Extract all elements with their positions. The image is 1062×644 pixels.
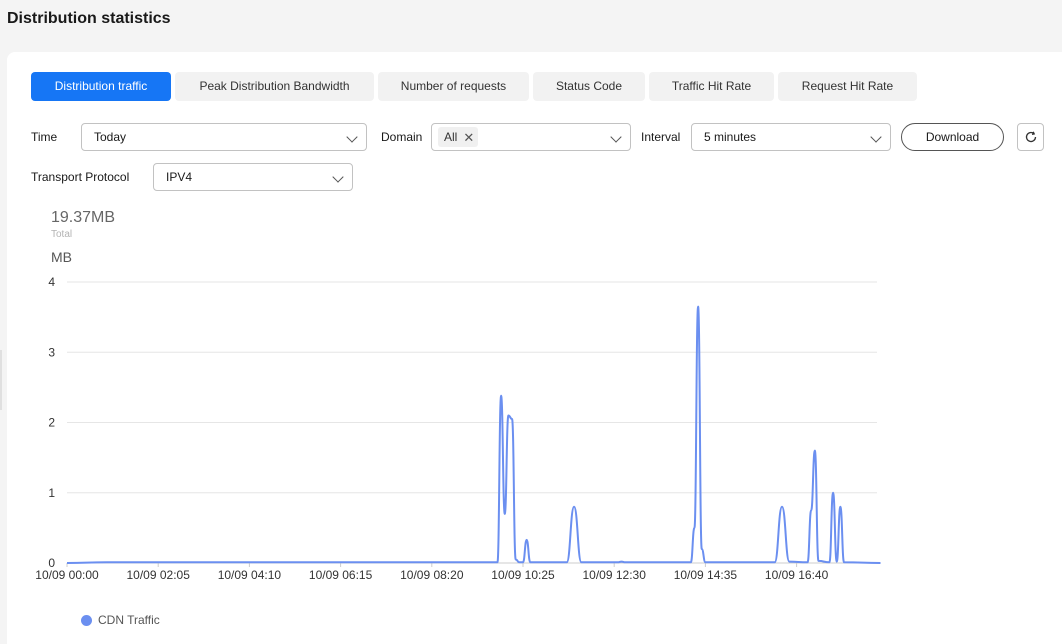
refresh-icon [1025, 131, 1036, 143]
x-tick-label: 10/09 14:35 [674, 568, 738, 582]
x-tick-label: 10/09 10:25 [491, 568, 555, 582]
chart-legend[interactable]: CDN Traffic [81, 613, 160, 627]
x-tick-label: 10/09 00:00 [35, 568, 99, 582]
x-tick-label: 10/09 12:30 [582, 568, 646, 582]
x-tick-label: 10/09 08:20 [400, 568, 464, 582]
refresh-button[interactable] [1017, 123, 1044, 151]
legend-swatch [81, 614, 92, 626]
x-tick-label: 10/09 16:40 [765, 568, 829, 582]
x-tick-label: 10/09 06:15 [309, 568, 373, 582]
page-title: Distribution statistics [7, 10, 171, 27]
y-tick-label: 1 [48, 486, 55, 500]
y-tick-label: 3 [48, 345, 55, 359]
x-tick-label: 10/09 02:05 [126, 568, 190, 582]
y-tick-label: 2 [48, 416, 55, 430]
x-tick-label: 10/09 04:10 [218, 568, 282, 582]
statistics-card: Distribution traffic Peak Distribution B… [7, 52, 1062, 644]
scroll-edge [0, 350, 2, 410]
legend-label: CDN Traffic [98, 613, 160, 627]
y-tick-label: 4 [48, 275, 55, 289]
traffic-chart: 0123410/09 00:00 10/09 02:05 10/09 04:10 10… [35, 275, 881, 582]
series-line-cdn-traffic [66, 305, 881, 564]
